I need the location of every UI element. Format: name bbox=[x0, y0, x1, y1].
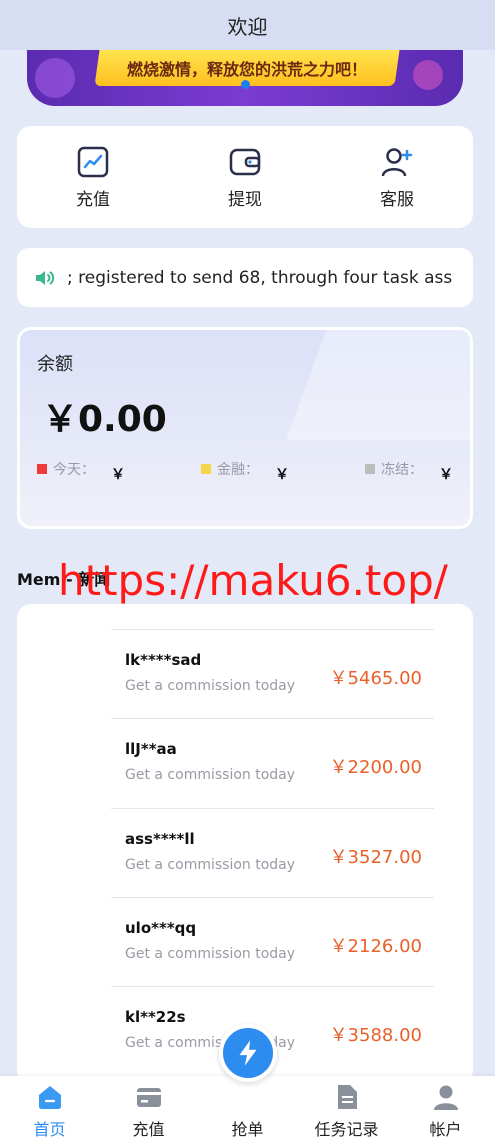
list-item-amount: ￥2126.00 bbox=[329, 936, 422, 957]
tab-label: 任务记录 bbox=[314, 1120, 379, 1139]
balance-card: 余额 ￥0.00 今天： ￥ 金融： ￥ 冻结： ￥ bbox=[17, 327, 473, 529]
tab-task-records[interactable]: 任务记录 bbox=[297, 1082, 396, 1140]
stat-frozen: 冻结： ￥ bbox=[365, 454, 453, 484]
list-item-desc: Get a commission today bbox=[125, 678, 296, 694]
list-item-desc: Get a commission today bbox=[125, 946, 296, 962]
list-item-user: ulo***qq bbox=[125, 919, 197, 937]
stat-value: ￥ bbox=[111, 467, 125, 483]
list-item-desc: Get a commission today bbox=[125, 857, 296, 873]
watermark-text: https://maku6.top/ bbox=[58, 556, 448, 605]
list-item-user: llJ**aa bbox=[125, 740, 177, 758]
customer-service-button[interactable]: 客服 bbox=[337, 145, 457, 210]
list-item-user: lk****sad bbox=[125, 651, 202, 669]
list-item[interactable]: ass****ll Get a commission today ￥3527.0… bbox=[111, 808, 434, 897]
card-icon bbox=[136, 1088, 161, 1107]
grab-order-button[interactable] bbox=[218, 1024, 277, 1082]
tab-recharge[interactable]: 充值 bbox=[99, 1082, 198, 1140]
today-marker bbox=[37, 464, 47, 474]
finance-marker bbox=[201, 464, 211, 474]
announcement-bar[interactable]: ; registered to send 68, through four ta… bbox=[17, 248, 473, 307]
list-item-user: kl**22s bbox=[125, 1008, 186, 1026]
document-icon bbox=[337, 1085, 357, 1109]
banner-text: 燃烧激情，释放您的洪荒之力吧！ bbox=[126, 60, 367, 79]
tab-label: 抢单 bbox=[231, 1120, 264, 1139]
lightning-icon bbox=[238, 1040, 257, 1066]
card-decoration bbox=[286, 330, 470, 440]
stat-value: ￥ bbox=[439, 467, 453, 483]
list-item-amount: ￥3527.00 bbox=[329, 847, 422, 868]
list-item-user: ass****ll bbox=[125, 830, 195, 848]
stat-finance: 金融： ￥ bbox=[201, 454, 289, 484]
balance-amount: ￥0.00 bbox=[42, 399, 167, 440]
list-item-amount: ￥2200.00 bbox=[329, 757, 422, 778]
quick-actions: 充值 提现 客服 bbox=[17, 126, 473, 228]
withdraw-label: 提现 bbox=[228, 189, 262, 210]
bottom-tab-bar: 首页 充值 抢单 任务记录 帐户 bbox=[0, 1024, 495, 1146]
list-item-amount: ￥3588.00 bbox=[329, 1025, 422, 1046]
home-icon bbox=[38, 1086, 61, 1109]
frozen-marker bbox=[365, 464, 375, 474]
person-icon bbox=[433, 1085, 458, 1110]
tab-label: 帐户 bbox=[429, 1120, 462, 1139]
banner-decoration bbox=[35, 58, 75, 98]
announcement-text: ; registered to send 68, through four ta… bbox=[67, 267, 453, 288]
speaker-icon bbox=[36, 270, 55, 285]
stat-label: 冻结： bbox=[381, 462, 423, 478]
page-title: 欢迎 bbox=[0, 0, 495, 50]
stat-label: 金融： bbox=[217, 462, 259, 478]
tab-home[interactable]: 首页 bbox=[0, 1082, 99, 1140]
chart-icon bbox=[77, 146, 109, 177]
balance-title: 余额 bbox=[37, 354, 73, 375]
banner-decoration bbox=[413, 60, 443, 90]
tab-label: 首页 bbox=[33, 1120, 66, 1139]
withdraw-button[interactable]: 提现 bbox=[185, 145, 305, 210]
list-item[interactable]: llJ**aa Get a commission today ￥2200.00 bbox=[111, 718, 434, 807]
tab-account[interactable]: 帐户 bbox=[396, 1082, 495, 1140]
list-item[interactable]: ulo***qq Get a commission today ￥2126.00 bbox=[111, 897, 434, 986]
recharge-label: 充值 bbox=[76, 189, 110, 210]
tab-grab-order[interactable]: 抢单 bbox=[198, 1024, 297, 1140]
commission-list: lk****sad Get a commission today ￥5465.0… bbox=[17, 604, 473, 1084]
wallet-icon bbox=[229, 148, 261, 175]
recharge-button[interactable]: 充值 bbox=[33, 145, 153, 210]
list-item-amount: ￥5465.00 bbox=[329, 668, 422, 689]
promo-banner[interactable]: 燃烧激情，释放您的洪荒之力吧！ bbox=[27, 50, 463, 106]
stat-today: 今天： ￥ bbox=[37, 454, 125, 484]
stat-label: 今天： bbox=[53, 462, 95, 478]
tab-label: 充值 bbox=[132, 1120, 165, 1139]
carousel-indicator[interactable] bbox=[241, 80, 250, 89]
add-user-icon bbox=[381, 147, 413, 176]
stat-value: ￥ bbox=[275, 467, 289, 483]
list-item-desc: Get a commission today bbox=[125, 767, 296, 783]
list-item[interactable]: lk****sad Get a commission today ￥5465.0… bbox=[111, 629, 434, 718]
customer-service-label: 客服 bbox=[380, 189, 414, 210]
